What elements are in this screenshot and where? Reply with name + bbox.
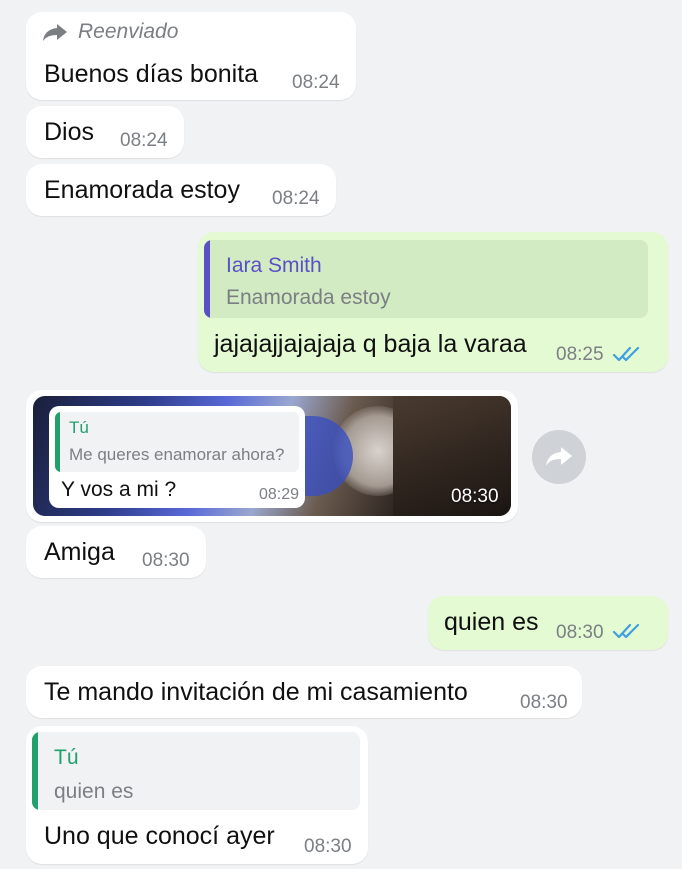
message-text: Y vos a mi ? (61, 478, 177, 501)
message-text: Te mando invitación de mi casamiento (44, 678, 468, 706)
share-button[interactable] (532, 430, 586, 484)
forwarded-header: Reenviado (42, 20, 178, 44)
message-text: Dios (44, 118, 95, 146)
message-text: Buenos días bonita (44, 60, 259, 88)
message-time: 08:25 (556, 344, 604, 365)
quote-sender: Tú (54, 746, 79, 769)
message-bubble-incoming[interactable]: Tú Me queres enamorar ahora? Y vos a mi … (26, 390, 518, 522)
double-check-icon (612, 623, 640, 639)
quote-bar (204, 240, 210, 318)
message-bubble-incoming[interactable]: Reenviado Buenos días bonita 08:24 (26, 12, 356, 100)
photo[interactable]: Tú Me queres enamorar ahora? Y vos a mi … (33, 396, 511, 516)
message-bubble-incoming[interactable]: Amiga 08:30 (26, 526, 206, 578)
message-text: Enamorada estoy (44, 176, 240, 204)
reply-quote[interactable]: Iara Smith Enamorada estoy (204, 240, 648, 318)
message-text: jajajajjajajaja q baja la varaa (214, 330, 527, 358)
message-time: 08:24 (292, 72, 340, 93)
reply-quote[interactable]: Tú Me queres enamorar ahora? (55, 412, 299, 472)
photo-time: 08:30 (451, 486, 499, 507)
message-time: 08:29 (259, 486, 300, 503)
message-bubble-incoming[interactable]: Enamorada estoy 08:24 (26, 164, 336, 216)
forwarded-label: Reenviado (78, 20, 179, 43)
message-time: 08:30 (556, 622, 604, 643)
reply-quote[interactable]: Tú quien es (32, 732, 360, 810)
message-text: quien es (444, 608, 539, 636)
quote-sender: Tú (69, 418, 89, 437)
quote-bar (32, 732, 38, 810)
quote-text: quien es (54, 780, 134, 803)
message-bubble-incoming[interactable]: Te mando invitación de mi casamiento 08:… (26, 666, 582, 718)
message-text: Amiga (44, 538, 115, 566)
quote-text: Enamorada estoy (226, 286, 391, 309)
quote-sender: Iara Smith (226, 254, 322, 277)
quote-bar (55, 412, 60, 472)
message-time: 08:24 (272, 188, 320, 209)
message-text: Uno que conocí ayer (44, 822, 275, 850)
message-bubble-incoming[interactable]: Tú quien es Uno que conocí ayer 08:30 (26, 726, 368, 864)
double-check-icon (612, 346, 640, 362)
message-time: 08:24 (120, 130, 168, 151)
message-bubble-incoming[interactable]: Dios 08:24 (26, 106, 184, 158)
reply-card[interactable]: Tú Me queres enamorar ahora? Y vos a mi … (49, 406, 305, 508)
forward-arrow-icon (43, 24, 67, 41)
share-arrow-icon (546, 447, 572, 466)
message-time: 08:30 (304, 836, 352, 857)
message-time: 08:30 (142, 550, 190, 571)
message-bubble-outgoing[interactable]: quien es 08:30 (428, 596, 668, 650)
quote-text: Me queres enamorar ahora? (69, 445, 285, 464)
message-time: 08:30 (520, 692, 568, 713)
message-bubble-outgoing[interactable]: Iara Smith Enamorada estoy jajajajjajaja… (198, 232, 668, 372)
